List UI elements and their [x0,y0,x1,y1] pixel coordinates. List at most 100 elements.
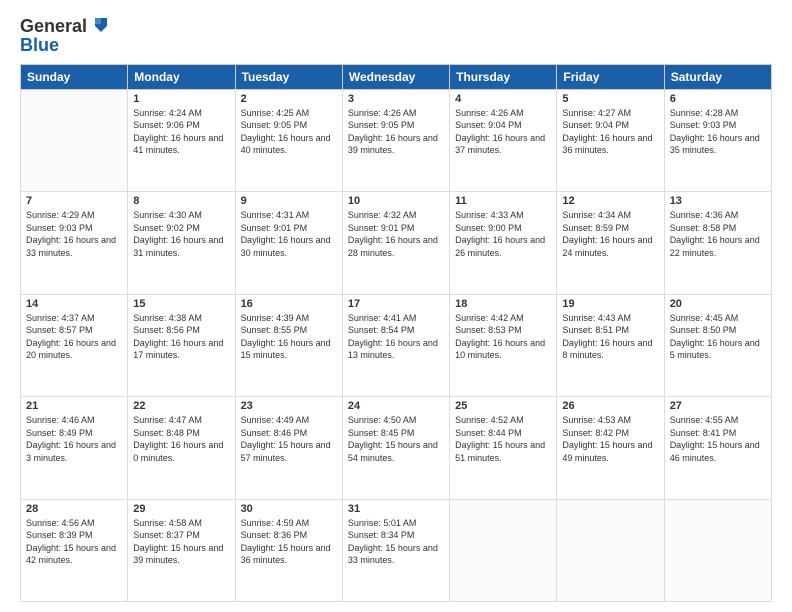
calendar-week-row: 14 Sunrise: 4:37 AMSunset: 8:57 PMDaylig… [21,294,772,396]
cell-info: Sunrise: 4:53 AMSunset: 8:42 PMDaylight:… [562,414,658,464]
day-number: 30 [241,503,337,515]
cell-info: Sunrise: 4:30 AMSunset: 9:02 PMDaylight:… [133,209,229,259]
day-number: 24 [348,400,444,412]
cell-info: Sunrise: 4:36 AMSunset: 8:58 PMDaylight:… [670,209,766,259]
day-number: 3 [348,93,444,105]
day-number: 5 [562,93,658,105]
cell-info: Sunrise: 4:42 AMSunset: 8:53 PMDaylight:… [455,312,551,362]
logo-text: General [20,16,87,37]
day-number: 22 [133,400,229,412]
cell-info: Sunrise: 4:26 AMSunset: 9:05 PMDaylight:… [348,107,444,157]
day-number: 29 [133,503,229,515]
calendar-cell: 14 Sunrise: 4:37 AMSunset: 8:57 PMDaylig… [21,294,128,396]
day-number: 31 [348,503,444,515]
weekday-header: Wednesday [342,64,449,89]
calendar-week-row: 28 Sunrise: 4:56 AMSunset: 8:39 PMDaylig… [21,499,772,602]
day-number: 4 [455,93,551,105]
cell-info: Sunrise: 4:32 AMSunset: 9:01 PMDaylight:… [348,209,444,259]
weekday-header: Monday [128,64,235,89]
cell-info: Sunrise: 4:39 AMSunset: 8:55 PMDaylight:… [241,312,337,362]
cell-info: Sunrise: 4:41 AMSunset: 8:54 PMDaylight:… [348,312,444,362]
day-number: 25 [455,400,551,412]
calendar-cell [664,499,771,602]
calendar-cell: 31 Sunrise: 5:01 AMSunset: 8:34 PMDaylig… [342,499,449,602]
cell-info: Sunrise: 4:29 AMSunset: 9:03 PMDaylight:… [26,209,122,259]
calendar-cell: 15 Sunrise: 4:38 AMSunset: 8:56 PMDaylig… [128,294,235,396]
calendar-header-row: SundayMondayTuesdayWednesdayThursdayFrid… [21,64,772,89]
day-number: 8 [133,195,229,207]
cell-info: Sunrise: 4:59 AMSunset: 8:36 PMDaylight:… [241,517,337,567]
calendar-cell: 18 Sunrise: 4:42 AMSunset: 8:53 PMDaylig… [450,294,557,396]
cell-info: Sunrise: 4:45 AMSunset: 8:50 PMDaylight:… [670,312,766,362]
calendar-cell: 13 Sunrise: 4:36 AMSunset: 8:58 PMDaylig… [664,192,771,294]
calendar-cell: 20 Sunrise: 4:45 AMSunset: 8:50 PMDaylig… [664,294,771,396]
cell-info: Sunrise: 4:28 AMSunset: 9:03 PMDaylight:… [670,107,766,157]
calendar-cell: 11 Sunrise: 4:33 AMSunset: 9:00 PMDaylig… [450,192,557,294]
day-number: 13 [670,195,766,207]
page: General Blue SundayMondayTuesdayWednesda… [0,0,792,612]
day-number: 17 [348,298,444,310]
day-number: 26 [562,400,658,412]
calendar-cell [450,499,557,602]
cell-info: Sunrise: 4:43 AMSunset: 8:51 PMDaylight:… [562,312,658,362]
calendar-cell: 6 Sunrise: 4:28 AMSunset: 9:03 PMDayligh… [664,89,771,191]
calendar-cell: 27 Sunrise: 4:55 AMSunset: 8:41 PMDaylig… [664,397,771,499]
day-number: 7 [26,195,122,207]
day-number: 23 [241,400,337,412]
calendar-cell: 29 Sunrise: 4:58 AMSunset: 8:37 PMDaylig… [128,499,235,602]
cell-info: Sunrise: 4:26 AMSunset: 9:04 PMDaylight:… [455,107,551,157]
calendar-cell [557,499,664,602]
cell-info: Sunrise: 4:37 AMSunset: 8:57 PMDaylight:… [26,312,122,362]
calendar-cell: 12 Sunrise: 4:34 AMSunset: 8:59 PMDaylig… [557,192,664,294]
calendar-cell: 22 Sunrise: 4:47 AMSunset: 8:48 PMDaylig… [128,397,235,499]
cell-info: Sunrise: 4:38 AMSunset: 8:56 PMDaylight:… [133,312,229,362]
calendar-cell: 7 Sunrise: 4:29 AMSunset: 9:03 PMDayligh… [21,192,128,294]
day-number: 16 [241,298,337,310]
weekday-header: Saturday [664,64,771,89]
day-number: 20 [670,298,766,310]
calendar-week-row: 1 Sunrise: 4:24 AMSunset: 9:06 PMDayligh… [21,89,772,191]
day-number: 14 [26,298,122,310]
logo: General Blue [20,16,111,56]
weekday-header: Tuesday [235,64,342,89]
calendar-week-row: 7 Sunrise: 4:29 AMSunset: 9:03 PMDayligh… [21,192,772,294]
day-number: 2 [241,93,337,105]
calendar-cell: 17 Sunrise: 4:41 AMSunset: 8:54 PMDaylig… [342,294,449,396]
cell-info: Sunrise: 4:55 AMSunset: 8:41 PMDaylight:… [670,414,766,464]
day-number: 10 [348,195,444,207]
day-number: 27 [670,400,766,412]
cell-info: Sunrise: 4:31 AMSunset: 9:01 PMDaylight:… [241,209,337,259]
calendar-table: SundayMondayTuesdayWednesdayThursdayFrid… [20,64,772,602]
calendar-cell: 5 Sunrise: 4:27 AMSunset: 9:04 PMDayligh… [557,89,664,191]
calendar-cell: 28 Sunrise: 4:56 AMSunset: 8:39 PMDaylig… [21,499,128,602]
day-number: 21 [26,400,122,412]
calendar-cell: 8 Sunrise: 4:30 AMSunset: 9:02 PMDayligh… [128,192,235,294]
day-number: 11 [455,195,551,207]
logo-line2: Blue [20,35,111,56]
calendar-cell: 23 Sunrise: 4:49 AMSunset: 8:46 PMDaylig… [235,397,342,499]
cell-info: Sunrise: 4:56 AMSunset: 8:39 PMDaylight:… [26,517,122,567]
calendar-cell: 19 Sunrise: 4:43 AMSunset: 8:51 PMDaylig… [557,294,664,396]
cell-info: Sunrise: 4:25 AMSunset: 9:05 PMDaylight:… [241,107,337,157]
calendar-cell: 16 Sunrise: 4:39 AMSunset: 8:55 PMDaylig… [235,294,342,396]
calendar-cell: 2 Sunrise: 4:25 AMSunset: 9:05 PMDayligh… [235,89,342,191]
day-number: 12 [562,195,658,207]
calendar-cell: 21 Sunrise: 4:46 AMSunset: 8:49 PMDaylig… [21,397,128,499]
calendar-week-row: 21 Sunrise: 4:46 AMSunset: 8:49 PMDaylig… [21,397,772,499]
cell-info: Sunrise: 4:27 AMSunset: 9:04 PMDaylight:… [562,107,658,157]
calendar-cell: 3 Sunrise: 4:26 AMSunset: 9:05 PMDayligh… [342,89,449,191]
calendar-cell: 10 Sunrise: 4:32 AMSunset: 9:01 PMDaylig… [342,192,449,294]
day-number: 9 [241,195,337,207]
calendar-cell [21,89,128,191]
cell-info: Sunrise: 4:58 AMSunset: 8:37 PMDaylight:… [133,517,229,567]
day-number: 18 [455,298,551,310]
cell-info: Sunrise: 4:33 AMSunset: 9:00 PMDaylight:… [455,209,551,259]
cell-info: Sunrise: 4:46 AMSunset: 8:49 PMDaylight:… [26,414,122,464]
day-number: 28 [26,503,122,515]
cell-info: Sunrise: 4:50 AMSunset: 8:45 PMDaylight:… [348,414,444,464]
logo-icon [89,14,111,36]
calendar-cell: 4 Sunrise: 4:26 AMSunset: 9:04 PMDayligh… [450,89,557,191]
cell-info: Sunrise: 5:01 AMSunset: 8:34 PMDaylight:… [348,517,444,567]
cell-info: Sunrise: 4:34 AMSunset: 8:59 PMDaylight:… [562,209,658,259]
day-number: 1 [133,93,229,105]
